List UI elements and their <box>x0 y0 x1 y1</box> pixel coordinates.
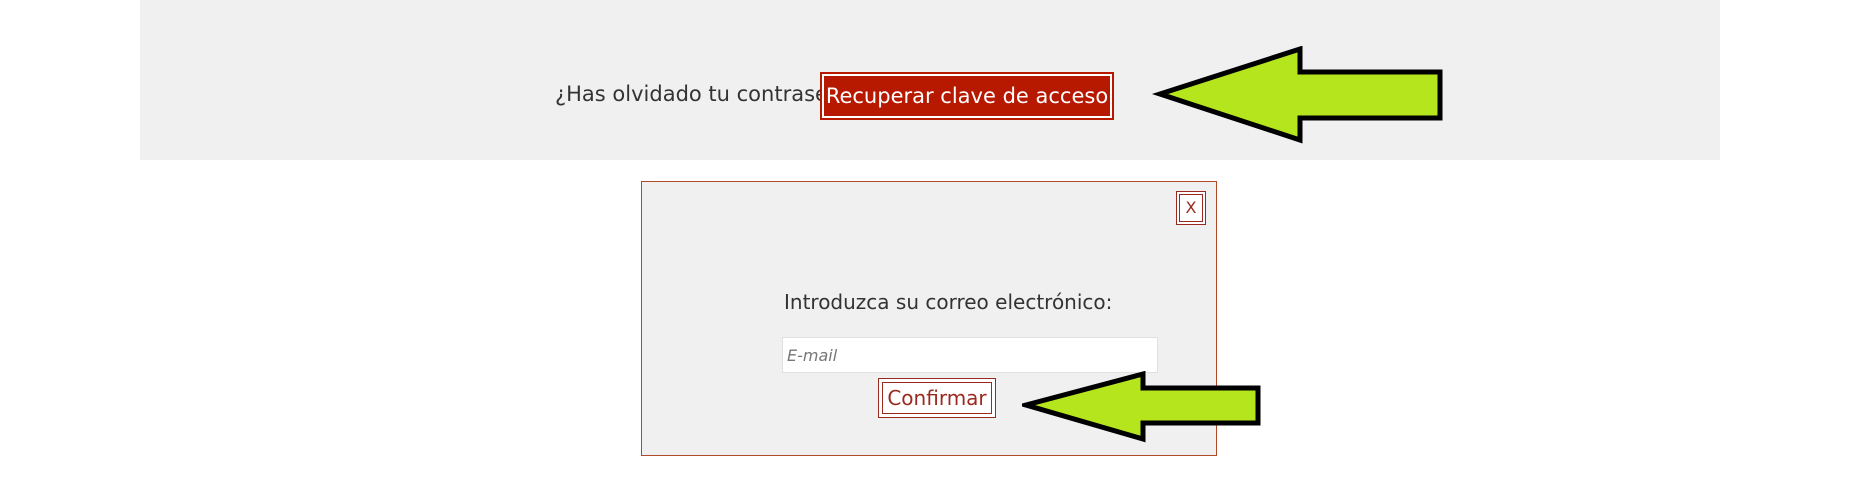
confirm-button[interactable]: Confirmar <box>878 378 996 418</box>
forgot-password-row: ¿Has olvidado tu contraseña? Recuperar c… <box>0 70 1863 122</box>
email-input[interactable] <box>782 337 1158 373</box>
email-prompt-label: Introduzca su correo electrónico: <box>784 290 1113 314</box>
close-button[interactable]: X <box>1176 191 1206 225</box>
recover-access-key-button[interactable]: Recuperar clave de acceso <box>820 72 1114 120</box>
arrow-left-icon <box>1022 371 1261 443</box>
forgot-password-question: ¿Has olvidado tu contraseña? <box>555 82 866 106</box>
arrow-left-icon <box>1151 46 1443 144</box>
